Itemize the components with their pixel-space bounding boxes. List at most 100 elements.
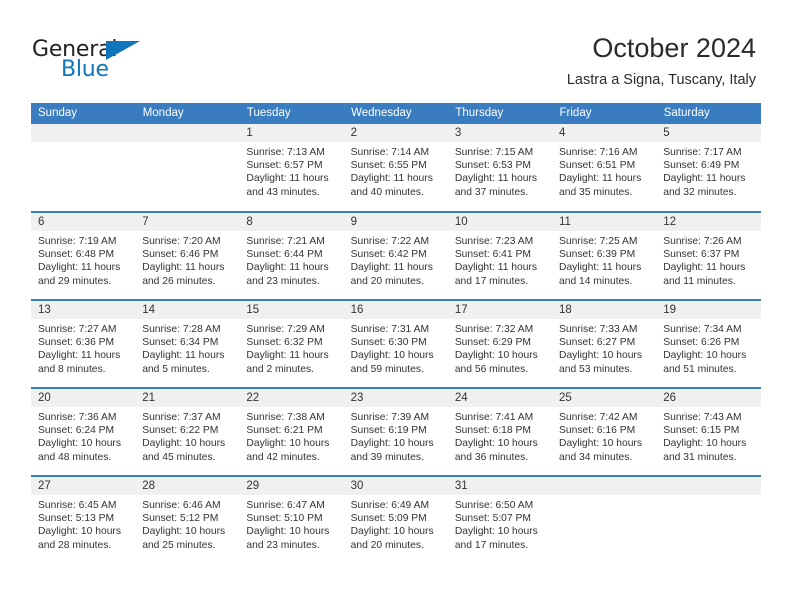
weekday-header-tuesday: Tuesday [239,103,345,124]
calendar-day-cell[interactable]: 24 Sunrise: 7:41 AM Sunset: 6:18 PM Dayligh… [447,387,553,476]
sunset-text: Sunset: 6:53 PM [454,160,531,172]
calendar-day-cell[interactable]: 23 Sunrise: 7:39 AM Sunset: 6:19 PM Dayligh… [343,387,448,476]
day-number: 1 [239,124,344,142]
sunset-text: Sunset: 6:55 PM [350,160,427,172]
calendar-day-cell[interactable]: 26 Sunrise: 7:43 AM Sunset: 6:15 PM Dayligh… [656,387,761,476]
calendar-day-cell[interactable]: 3 Sunrise: 7:15 AM Sunset: 6:53 PM Daylight… [447,124,553,212]
calendar-day-cell[interactable]: 4 Sunrise: 7:16 AM Sunset: 6:51 PM Daylight… [552,124,657,212]
daylight-text: Daylight: 11 hours and 32 minutes. [663,173,746,198]
sunrise-text: Sunrise: 7:38 AM [246,412,325,423]
calendar-day-cell[interactable]: 5 Sunrise: 7:17 AM Sunset: 6:49 PM Daylight… [656,124,761,212]
sunset-text: Sunset: 6:16 PM [559,425,636,437]
sunset-text: Sunset: 6:22 PM [142,425,219,437]
day-number: 14 [135,301,240,319]
weekday-header-sunday: Sunday [31,103,136,124]
sunrise-text: Sunrise: 7:19 AM [38,236,117,247]
daylight-text: Daylight: 11 hours and 20 minutes. [350,262,433,287]
calendar-day-cell[interactable]: 25 Sunrise: 7:42 AM Sunset: 6:16 PM Dayligh… [552,387,657,476]
calendar-day-cell[interactable]: 12 Sunrise: 7:26 AM Sunset: 6:37 PM Dayligh… [656,211,761,300]
daylight-text: Daylight: 10 hours and 53 minutes. [559,350,643,375]
title-block: October 2024 Lastra a Signa, Tuscany, It… [567,32,756,90]
day-number: 30 [343,477,448,495]
calendar-day-cell[interactable]: 1 Sunrise: 7:13 AM Sunset: 6:57 PM Daylight… [239,124,344,212]
day-number: 4 [552,124,657,142]
day-number [552,477,657,495]
daylight-text: Daylight: 10 hours and 48 minutes. [38,438,121,463]
calendar-week-row: 13 Sunrise: 7:27 AM Sunset: 6:36 PM Dayligh… [31,299,761,388]
calendar-day-cell[interactable]: 2 Sunrise: 7:14 AM Sunset: 6:55 PM Daylight… [343,124,448,212]
sunrise-text: Sunrise: 7:31 AM [350,324,430,335]
day-number [31,124,136,142]
calendar-body: 1 Sunrise: 7:13 AM Sunset: 6:57 PM Daylight… [31,124,761,564]
day-number: 16 [343,301,448,319]
day-number: 6 [31,213,136,231]
calendar-day-cell[interactable]: 10 Sunrise: 7:23 AM Sunset: 6:41 PM Dayligh… [447,211,553,300]
weekday-header-wednesday: Wednesday [343,103,449,124]
general-blue-logo: General Blue [32,38,162,86]
day-number: 24 [447,389,553,407]
sunset-text: Sunset: 6:48 PM [38,249,115,261]
calendar-day-cell[interactable]: 14 Sunrise: 7:28 AM Sunset: 6:34 PM Dayligh… [135,299,240,388]
day-number: 26 [656,389,761,407]
sunrise-text: Sunrise: 7:36 AM [38,412,117,423]
calendar-day-cell[interactable]: 29 Sunrise: 6:47 AM Sunset: 5:10 PM Dayligh… [239,475,344,564]
calendar-day-cell[interactable]: 30 Sunrise: 6:49 AM Sunset: 5:09 PM Dayligh… [343,475,448,564]
calendar-day-cell[interactable] [135,124,240,212]
calendar-day-cell[interactable]: 28 Sunrise: 6:46 AM Sunset: 5:12 PM Dayligh… [135,475,240,564]
calendar-day-cell[interactable] [656,475,761,564]
calendar-day-cell[interactable]: 6 Sunrise: 7:19 AM Sunset: 6:48 PM Daylight… [31,211,136,300]
calendar-day-cell[interactable]: 7 Sunrise: 7:20 AM Sunset: 6:46 PM Daylight… [135,211,240,300]
calendar-day-cell[interactable]: 19 Sunrise: 7:34 AM Sunset: 6:26 PM Dayligh… [656,299,761,388]
day-number: 17 [447,301,553,319]
sunset-text: Sunset: 6:36 PM [38,337,115,349]
sunset-text: Sunset: 6:46 PM [142,249,219,261]
calendar-day-cell[interactable]: 21 Sunrise: 7:37 AM Sunset: 6:22 PM Dayligh… [135,387,240,476]
sunset-text: Sunset: 6:51 PM [559,160,636,172]
day-number: 19 [656,301,761,319]
daylight-text: Daylight: 10 hours and 31 minutes. [663,438,747,463]
calendar-day-cell[interactable]: 9 Sunrise: 7:22 AM Sunset: 6:42 PM Daylight… [343,211,448,300]
day-number: 15 [239,301,344,319]
calendar-day-cell[interactable]: 22 Sunrise: 7:38 AM Sunset: 6:21 PM Dayligh… [239,387,344,476]
calendar-day-cell[interactable]: 13 Sunrise: 7:27 AM Sunset: 6:36 PM Dayligh… [31,299,136,388]
calendar-week-row: 1 Sunrise: 7:13 AM Sunset: 6:57 PM Daylight… [31,124,761,212]
sunrise-text: Sunrise: 7:32 AM [454,324,534,335]
day-number: 18 [552,301,657,319]
daylight-text: Daylight: 11 hours and 23 minutes. [246,262,329,287]
day-number: 9 [343,213,448,231]
calendar-day-cell[interactable]: 17 Sunrise: 7:32 AM Sunset: 6:29 PM Dayligh… [447,299,553,388]
sunrise-text: Sunrise: 7:41 AM [454,412,534,423]
sunrise-text: Sunrise: 7:21 AM [246,236,325,247]
calendar-day-cell[interactable]: 20 Sunrise: 7:36 AM Sunset: 6:24 PM Dayligh… [31,387,136,476]
calendar-day-cell[interactable]: 27 Sunrise: 6:45 AM Sunset: 5:13 PM Dayligh… [31,475,136,564]
daylight-text: Daylight: 10 hours and 17 minutes. [454,526,538,551]
sunset-text: Sunset: 5:10 PM [246,513,323,525]
sunrise-text: Sunrise: 7:14 AM [350,147,430,158]
day-number: 28 [135,477,240,495]
calendar-day-cell[interactable]: 8 Sunrise: 7:21 AM Sunset: 6:44 PM Daylight… [239,211,344,300]
daylight-text: Daylight: 10 hours and 36 minutes. [454,438,538,463]
calendar-day-cell[interactable]: 15 Sunrise: 7:29 AM Sunset: 6:32 PM Dayligh… [239,299,344,388]
daylight-text: Daylight: 10 hours and 25 minutes. [142,526,226,551]
sunrise-text: Sunrise: 6:49 AM [350,500,430,511]
calendar-day-cell[interactable]: 11 Sunrise: 7:25 AM Sunset: 6:39 PM Dayligh… [552,211,657,300]
daylight-text: Daylight: 11 hours and 11 minutes. [663,262,746,287]
calendar-day-cell[interactable] [31,124,136,212]
calendar-day-cell[interactable]: 31 Sunrise: 6:50 AM Sunset: 5:07 PM Dayligh… [447,475,553,564]
sunrise-text: Sunrise: 6:50 AM [454,500,534,511]
sunset-text: Sunset: 5:13 PM [38,513,115,525]
page-subtitle: Lastra a Signa, Tuscany, Italy [566,72,756,88]
calendar-week-row: 6 Sunrise: 7:19 AM Sunset: 6:48 PM Daylight… [31,211,761,300]
weekday-header-thursday: Thursday [447,103,553,124]
calendar-day-cell[interactable] [552,475,657,564]
calendar-day-cell[interactable]: 18 Sunrise: 7:33 AM Sunset: 6:27 PM Dayligh… [552,299,657,388]
calendar-day-cell[interactable]: 16 Sunrise: 7:31 AM Sunset: 6:30 PM Dayligh… [343,299,448,388]
sunset-text: Sunset: 6:18 PM [454,425,531,437]
daylight-text: Daylight: 10 hours and 34 minutes. [559,438,643,463]
sunset-text: Sunset: 6:32 PM [246,337,323,349]
sunset-text: Sunset: 6:29 PM [454,337,531,349]
daylight-text: Daylight: 11 hours and 37 minutes. [454,173,538,198]
logo-triangle-icon [106,41,140,60]
calendar-page: General Blue October 2024 Lastra a Signa… [0,0,792,612]
daylight-text: Daylight: 11 hours and 40 minutes. [350,173,433,198]
